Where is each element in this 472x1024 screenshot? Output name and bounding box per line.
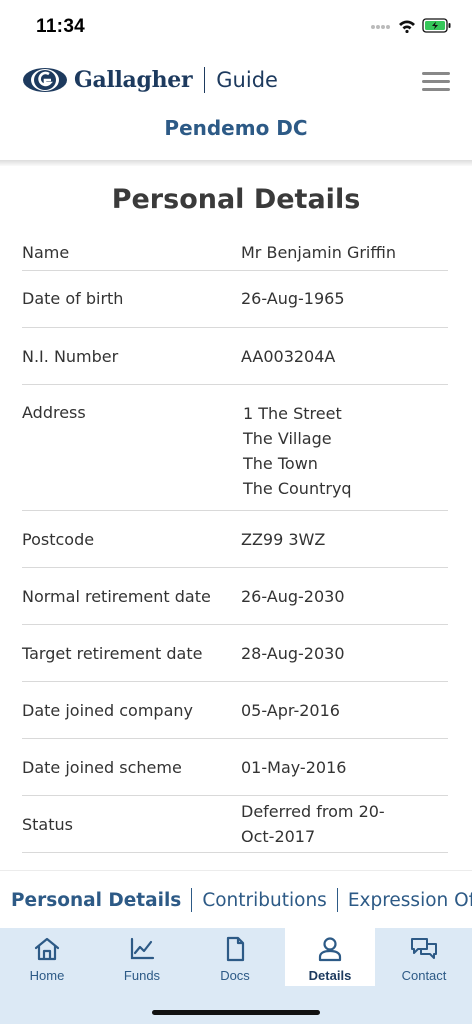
detail-row-postcode: Postcode ZZ99 3WZ xyxy=(22,511,448,568)
nav-label: Funds xyxy=(123,968,161,983)
detail-row-dob: Date of birth 26-Aug-1965 xyxy=(22,271,448,328)
scheme-title: Pendemo DC xyxy=(164,116,308,140)
nav-contact[interactable]: Contact xyxy=(379,928,469,986)
document-icon xyxy=(226,936,245,962)
nav-funds[interactable]: Funds xyxy=(97,928,187,986)
product-name: Guide xyxy=(216,68,278,92)
detail-value: 26-Aug-2030 xyxy=(241,586,345,606)
gallagher-globe-icon xyxy=(23,68,67,92)
detail-label: N.I. Number xyxy=(22,346,119,366)
address-line: 1 The Street xyxy=(243,404,342,423)
signal-icon xyxy=(371,24,390,29)
header-divider xyxy=(0,160,472,166)
nav-docs[interactable]: Docs xyxy=(190,928,280,986)
battery-icon xyxy=(422,18,451,33)
chat-icon xyxy=(411,938,437,959)
user-icon xyxy=(318,937,342,962)
page-title: Personal Details xyxy=(111,184,361,215)
nav-label: Docs xyxy=(220,968,250,983)
status-line: Deferred from 20- xyxy=(241,802,385,821)
detail-value: 28-Aug-2030 xyxy=(241,643,345,663)
nav-label: Contact xyxy=(401,968,447,983)
brand-name: Gallagher xyxy=(74,67,193,93)
detail-label: Status xyxy=(22,814,73,834)
nav-label: Home xyxy=(29,968,65,983)
detail-row-status: Status Deferred from 20- Oct-2017 xyxy=(22,796,448,853)
nav-label: Details xyxy=(308,968,352,983)
detail-label: Date joined scheme xyxy=(22,757,182,777)
detail-value: 01-May-2016 xyxy=(241,757,347,777)
address-line: The Town xyxy=(243,454,318,473)
detail-value-status: Deferred from 20- Oct-2017 xyxy=(241,799,448,849)
detail-row-ni-number: N.I. Number AA003204A xyxy=(22,328,448,385)
detail-label: Address xyxy=(22,403,86,422)
detail-value: ZZ99 3WZ xyxy=(241,529,326,549)
tab-contributions[interactable]: Contributions xyxy=(192,890,337,911)
nav-details[interactable]: Details xyxy=(285,928,375,986)
detail-label: Postcode xyxy=(22,529,95,549)
chart-icon xyxy=(130,937,155,960)
personal-details-table: Name Mr Benjamin Griffin Date of birth 2… xyxy=(22,234,448,853)
gallagher-logo[interactable]: Gallagher Guide xyxy=(22,66,278,94)
bottom-nav: Home Funds Docs Details Contact xyxy=(0,928,472,1024)
logo-divider xyxy=(204,67,206,93)
detail-label: Normal retirement date xyxy=(22,586,211,606)
address-line: The Countryq xyxy=(243,479,352,498)
detail-label: Name xyxy=(22,242,70,262)
status-bar: 11:34 xyxy=(0,0,472,56)
tab-personal-details[interactable]: Personal Details xyxy=(11,890,191,911)
hamburger-menu-icon[interactable] xyxy=(422,72,450,92)
status-line: Oct-2017 xyxy=(241,827,316,846)
detail-row-date-joined-company: Date joined company 05-Apr-2016 xyxy=(22,682,448,739)
detail-label: Date joined company xyxy=(22,700,193,720)
detail-value: 05-Apr-2016 xyxy=(241,700,340,720)
app-header: Gallagher Guide xyxy=(0,56,472,108)
status-icons xyxy=(370,18,452,33)
detail-row-date-joined-scheme: Date joined scheme 01-May-2016 xyxy=(22,739,448,796)
detail-row-normal-retirement: Normal retirement date 26-Aug-2030 xyxy=(22,568,448,625)
address-line: The Village xyxy=(243,429,332,448)
tab-expression-of-wishes[interactable]: Expression Of Wishes xyxy=(338,890,472,911)
detail-label: Target retirement date xyxy=(22,643,203,663)
home-indicator xyxy=(152,1010,320,1015)
home-icon xyxy=(34,937,60,961)
status-time: 11:34 xyxy=(36,16,86,37)
detail-value: Mr Benjamin Griffin xyxy=(241,242,396,262)
detail-value: 26-Aug-1965 xyxy=(241,288,345,308)
detail-value: AA003204A xyxy=(241,346,336,366)
detail-value-address: 1 The Street The Village The Town The Co… xyxy=(241,401,448,501)
detail-label: Date of birth xyxy=(22,288,124,308)
nav-home[interactable]: Home xyxy=(2,928,92,986)
detail-row-target-retirement: Target retirement date 28-Aug-2030 xyxy=(22,625,448,682)
detail-row-address: Address 1 The Street The Village The Tow… xyxy=(22,385,448,511)
section-tabs: Personal Details Contributions Expressio… xyxy=(0,870,472,928)
detail-row-name: Name Mr Benjamin Griffin xyxy=(22,234,448,271)
wifi-icon xyxy=(399,20,415,33)
